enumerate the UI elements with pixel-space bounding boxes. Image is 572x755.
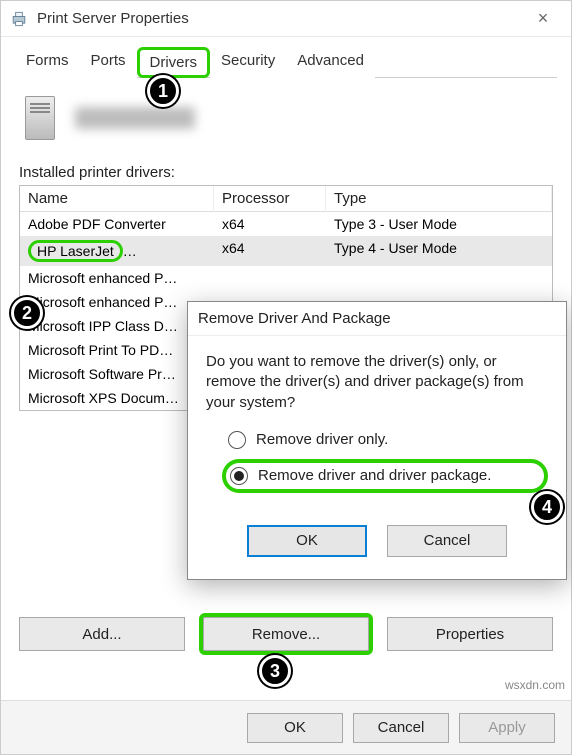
col-name[interactable]: Name [20,186,214,212]
add-button[interactable]: Add... [19,617,185,651]
callout-4: 4 [531,491,563,523]
cell-type [326,266,552,290]
watermark: wsxdn.com [505,678,565,692]
cell-processor [214,266,326,290]
col-processor[interactable]: Processor [214,186,326,212]
cell-name: HP LaserJet [20,236,214,266]
dialog-ok-button[interactable]: OK [247,525,367,557]
dialog-message: Do you want to remove the driver(s) only… [206,352,548,413]
server-header [19,88,553,158]
printer-icon [9,9,29,29]
ok-button[interactable]: OK [247,713,343,743]
callout-3: 3 [259,655,291,687]
cancel-button[interactable]: Cancel [353,713,449,743]
driver-action-buttons: Add... Remove... Properties [19,617,553,651]
cell-type: Type 3 - User Mode [326,212,552,236]
cell-name: Adobe PDF Converter [20,212,214,236]
table-row[interactable]: HP LaserJetx64Type 4 - User Mode [20,236,552,266]
table-row[interactable]: Microsoft enhanced P… [20,266,552,290]
remove-driver-dialog: Remove Driver And Package Do you want to… [187,301,567,580]
radio-icon [230,467,248,485]
tab-forms[interactable]: Forms [15,47,80,78]
radio-icon [228,431,246,449]
tab-advanced[interactable]: Advanced [286,47,375,78]
cell-name: Microsoft XPS Docum… [20,386,214,410]
cell-type: Type 4 - User Mode [326,236,552,266]
server-name-redacted [75,107,195,129]
radio-remove-driver-only[interactable]: Remove driver only. [228,431,548,449]
radio-label: Remove driver and driver package. [258,467,491,484]
print-server-properties-window: Print Server Properties × Forms Ports Dr… [0,0,572,755]
apply-button[interactable]: Apply [459,713,555,743]
dialog-bottom-bar: OK Cancel Apply [1,700,571,754]
cell-name: Microsoft enhanced P… [20,266,214,290]
callout-1: 1 [147,75,179,107]
radio-remove-driver-and-package[interactable]: Remove driver and driver package. [222,459,548,493]
close-icon[interactable]: × [523,8,563,29]
radio-label: Remove driver only. [256,431,388,448]
tab-drivers[interactable]: Drivers [137,47,211,78]
cell-name: Microsoft enhanced P… [20,290,214,314]
tab-strip: Forms Ports Drivers Security Advanced [1,37,571,78]
dialog-cancel-button[interactable]: Cancel [387,525,507,557]
dialog-title: Remove Driver And Package [188,302,566,336]
cell-name: Microsoft Print To PD… [20,338,214,362]
tab-security[interactable]: Security [210,47,286,78]
cell-name: Microsoft IPP Class D… [20,314,214,338]
callout-2: 2 [11,297,43,329]
col-type[interactable]: Type [326,186,552,212]
window-title: Print Server Properties [37,10,523,27]
tab-ports[interactable]: Ports [80,47,137,78]
dialog-buttons: OK Cancel [188,511,566,579]
server-icon [25,96,55,140]
properties-button[interactable]: Properties [387,617,553,651]
remove-button[interactable]: Remove... [203,617,369,651]
cell-name: Microsoft Software Pr… [20,362,214,386]
table-header: Name Processor Type [20,186,552,212]
table-row[interactable]: Adobe PDF Converterx64Type 3 - User Mode [20,212,552,236]
dialog-body: Do you want to remove the driver(s) only… [188,336,566,511]
cell-processor: x64 [214,236,326,266]
cell-processor: x64 [214,212,326,236]
installed-drivers-label: Installed printer drivers: [19,164,553,181]
titlebar: Print Server Properties × [1,1,571,37]
